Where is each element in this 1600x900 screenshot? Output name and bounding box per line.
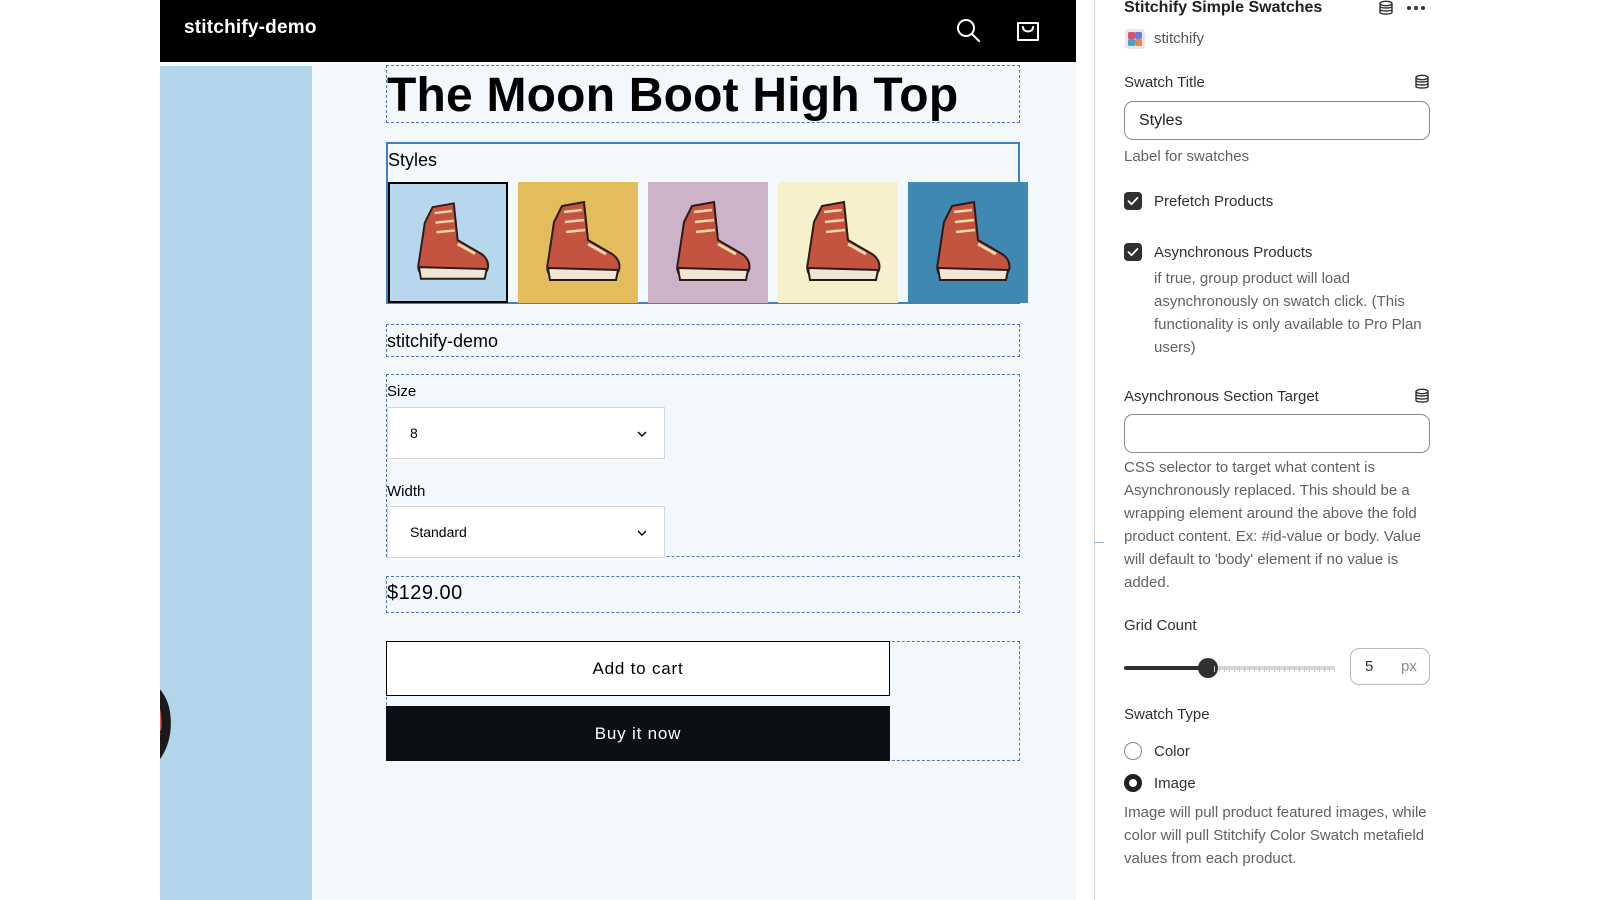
product-price: $129.00: [387, 582, 463, 604]
swatch-title-help: Label for swatches: [1124, 148, 1250, 165]
swatch-type-color-radio[interactable]: [1124, 742, 1142, 760]
width-label: Width: [387, 483, 426, 500]
panel-divider: [1094, 0, 1095, 900]
async-target-input[interactable]: [1124, 414, 1430, 453]
title-block: The Moon Boot High Top: [386, 65, 1020, 123]
variant-picker: Size 8 Width Standard: [386, 374, 1020, 558]
product-featured-image: [160, 66, 312, 900]
swatch-item[interactable]: [388, 182, 508, 303]
boot-icon: [160, 689, 171, 760]
swatch-item[interactable]: [518, 182, 638, 303]
checkmark-icon: [1127, 247, 1139, 257]
async-help: if true, group product will load asynchr…: [1154, 270, 1422, 356]
swatch-item[interactable]: [778, 182, 898, 303]
swatch-type-help: Image will pull product featured images,…: [1124, 804, 1427, 867]
app-logo-icon: [1125, 29, 1145, 49]
product-title: The Moon Boot High Top: [387, 69, 959, 122]
price-block: $129.00: [386, 576, 1020, 613]
swatch-block: Styles: [386, 142, 1028, 304]
size-label: Size: [387, 383, 417, 400]
swatch-item[interactable]: [908, 182, 1028, 303]
store-header: stitchify-demo: [160, 0, 1076, 62]
vendor-block: stitchify-demo: [386, 324, 1020, 357]
store-name[interactable]: stitchify-demo: [184, 17, 317, 39]
grid-count-input[interactable]: 5 px: [1350, 648, 1430, 685]
boot-icon: [518, 182, 638, 303]
chevron-down-icon: [637, 431, 647, 437]
async-target-help: CSS selector to target what content is A…: [1124, 459, 1422, 591]
async-label: Asynchronous Products: [1154, 244, 1313, 261]
boot-icon: [390, 184, 506, 301]
theme-preview: stitchify-demo The Moon Boot High Top St…: [160, 0, 1076, 900]
product-vendor: stitchify-demo: [387, 331, 499, 351]
swatch-type-label: Swatch Type: [1124, 706, 1210, 723]
database-icon[interactable]: [1414, 74, 1430, 90]
swatch-item[interactable]: [648, 182, 768, 303]
swatch-type-image-radio[interactable]: [1124, 774, 1142, 792]
prefetch-label: Prefetch Products: [1154, 193, 1274, 210]
chevron-down-icon: [637, 530, 647, 536]
add-to-cart-button[interactable]: Add to cart: [386, 641, 890, 696]
prefetch-checkbox[interactable]: [1124, 192, 1142, 210]
cart-icon[interactable]: [1012, 14, 1044, 46]
swatch-title-label: Swatch Title: [1124, 74, 1205, 91]
app-title: Stitchify Simple Swatches: [1124, 0, 1323, 16]
grid-count-value: 5: [1365, 658, 1374, 675]
swatch-type-color-label: Color: [1154, 743, 1190, 760]
grid-count-label: Grid Count: [1124, 617, 1197, 634]
swatch-title: Styles: [388, 150, 438, 170]
grid-count-unit: px: [1401, 658, 1417, 675]
boot-icon: [908, 182, 1028, 303]
async-target-label: Asynchronous Section Target: [1124, 388, 1319, 405]
boot-icon: [778, 182, 898, 303]
database-icon[interactable]: [1378, 0, 1394, 16]
swatch-type-image-label: Image: [1154, 775, 1196, 792]
grid-count-slider-ticks: [1214, 666, 1336, 672]
more-icon[interactable]: [1406, 1, 1426, 15]
width-select[interactable]: Standard: [387, 506, 665, 558]
checkmark-icon: [1127, 196, 1139, 206]
search-icon[interactable]: [952, 14, 984, 46]
async-checkbox[interactable]: [1124, 243, 1142, 261]
size-select[interactable]: 8: [387, 407, 665, 459]
buy-it-now-button[interactable]: Buy it now: [386, 706, 890, 761]
size-value: 8: [410, 425, 418, 441]
resize-handle[interactable]: [1094, 542, 1104, 543]
app-vendor: stitchify: [1154, 30, 1205, 47]
grid-count-slider-fill: [1124, 666, 1208, 670]
database-icon[interactable]: [1414, 388, 1430, 404]
swatch-title-input[interactable]: [1124, 101, 1430, 140]
boot-icon: [648, 182, 768, 303]
settings-panel: Stitchify Simple Swatches stitchify Swat…: [1124, 0, 1430, 900]
width-value: Standard: [410, 524, 467, 540]
